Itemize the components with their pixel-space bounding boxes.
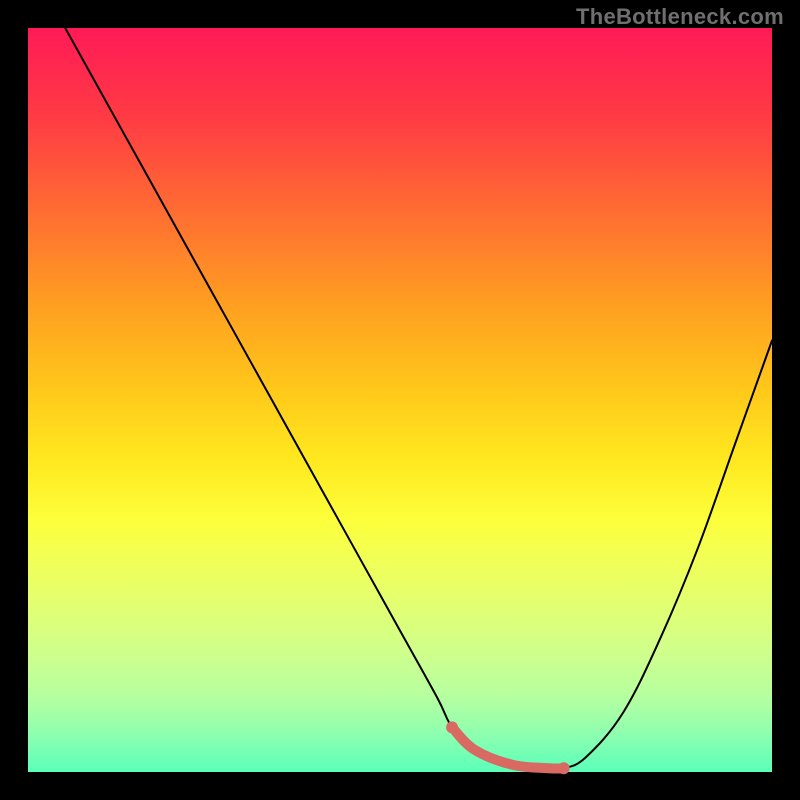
optimal-range-highlight [452, 727, 564, 768]
optimal-start-dot [446, 721, 458, 733]
watermark-text: TheBottleneck.com [576, 4, 784, 30]
chart-frame: TheBottleneck.com [0, 0, 800, 800]
optimal-end-dot [558, 762, 570, 774]
curve-svg [28, 28, 772, 772]
plot-area [28, 28, 772, 772]
bottleneck-curve [65, 28, 772, 769]
